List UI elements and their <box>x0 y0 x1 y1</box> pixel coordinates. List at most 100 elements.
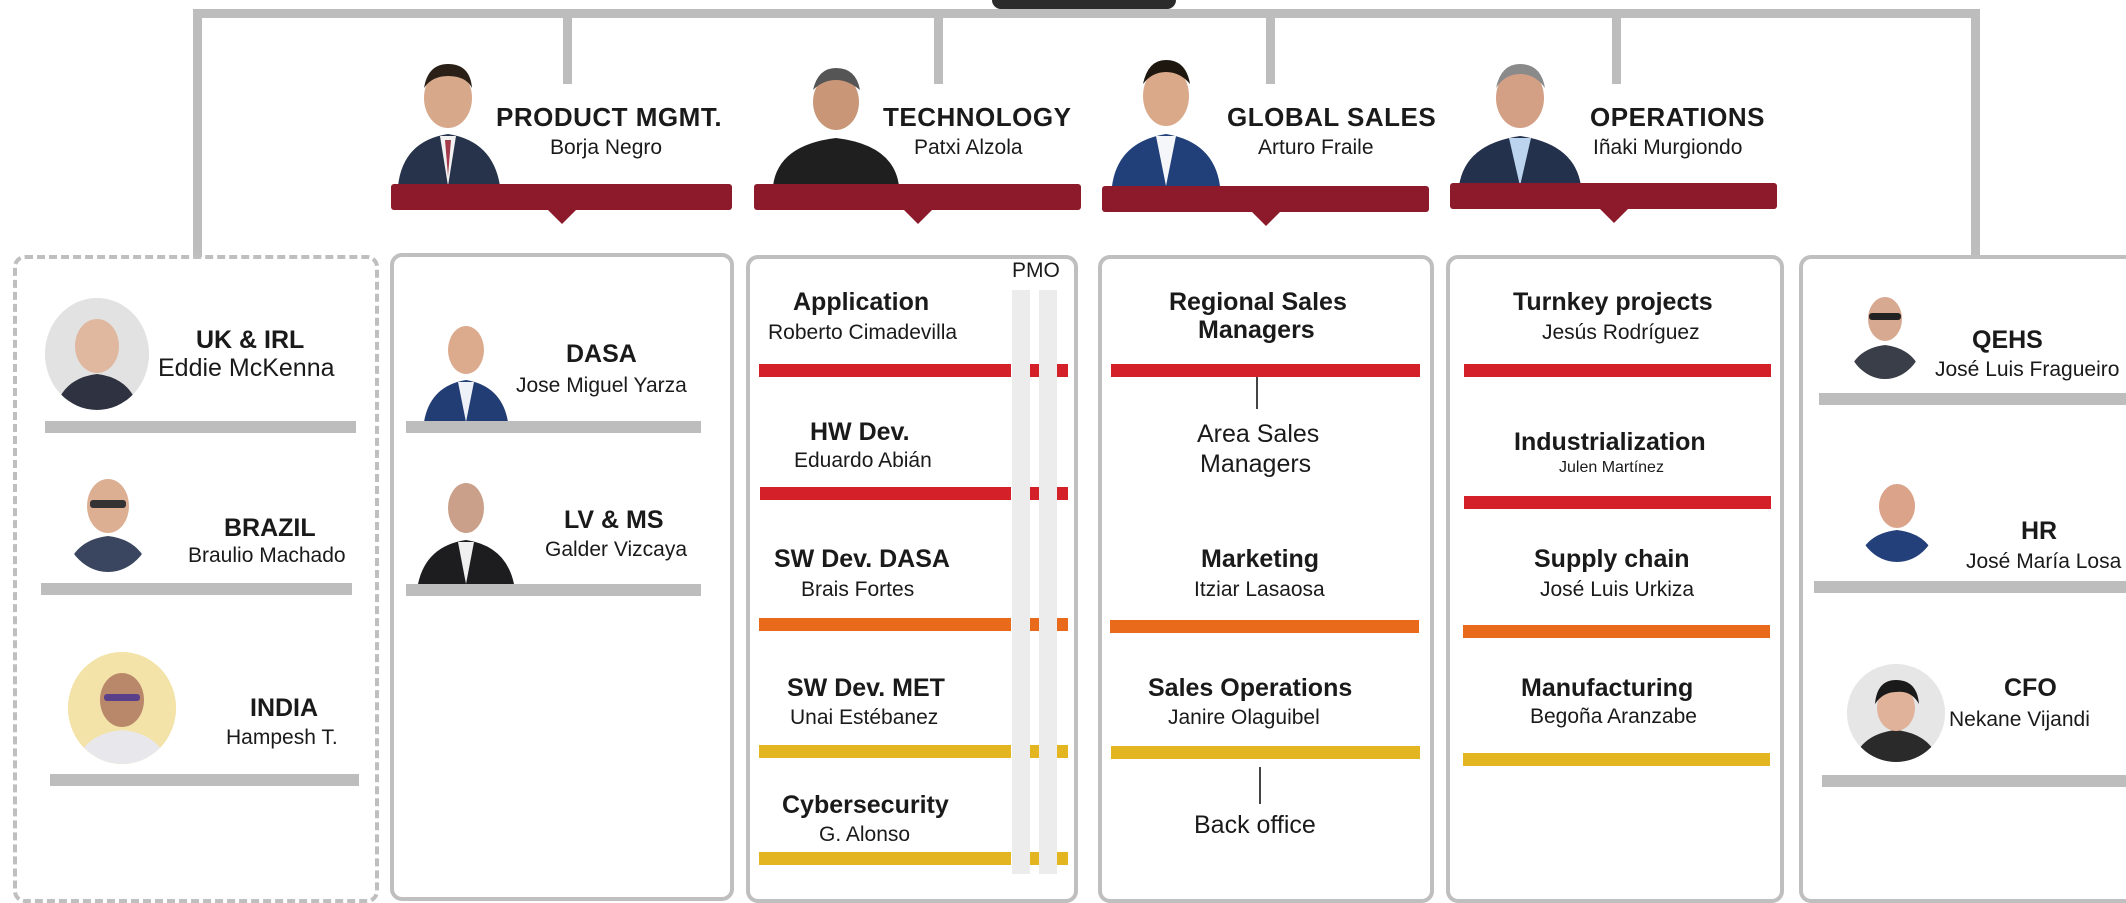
region-bar-india <box>50 774 359 786</box>
tech-name-swmet: Unai Estébanez <box>790 706 939 729</box>
corp-photo-cfo <box>1847 664 1945 762</box>
pmo-column-left <box>1012 290 1030 874</box>
head-name-sales: Arturo Fraile <box>1258 136 1374 159</box>
sales-bar-marketing <box>1110 620 1419 633</box>
product-bar-lvms <box>406 584 701 596</box>
product-title-lvms: LV & MS <box>564 506 664 534</box>
ops-title-industrialization: Industrialization <box>1514 428 1706 456</box>
region-name-brazil: Braulio Machado <box>188 544 346 567</box>
sales-bar-regional <box>1111 364 1420 377</box>
ops-bar-manufacturing <box>1463 753 1770 766</box>
head-name-operations: Iñaki Murgiondo <box>1593 136 1743 159</box>
tech-bar-cyber-end <box>1057 852 1068 865</box>
head-name-technology: Patxi Alzola <box>914 136 1023 159</box>
sales-area-line1: Area Sales <box>1197 420 1320 448</box>
sales-marketing-title: Marketing <box>1201 545 1320 573</box>
sales-back-office: Back office <box>1194 811 1316 839</box>
head-title-sales: GLOBAL SALES <box>1227 102 1437 132</box>
top-connector <box>193 9 1980 18</box>
ops-name-turnkey: Jesús Rodríguez <box>1542 321 1700 344</box>
ops-title-manufacturing: Manufacturing <box>1521 674 1694 702</box>
region-title-brazil: BRAZIL <box>224 514 316 542</box>
connector-left-drop <box>193 9 202 257</box>
ops-bar-industrialization <box>1464 496 1771 509</box>
tech-bar-hwdev <box>760 487 1011 500</box>
ceo-photo-fragment <box>992 0 1176 9</box>
head-name-product: Borja Negro <box>550 136 663 159</box>
product-name-lvms: Galder Vizcaya <box>545 538 688 561</box>
tech-bar-application-end <box>1057 364 1068 377</box>
connector-product-drop <box>563 9 572 84</box>
tech-bar-swmet-end <box>1057 745 1068 758</box>
tech-bar-cyber <box>759 852 1011 865</box>
region-bar-uk <box>45 421 356 433</box>
head-bar-operations <box>1450 183 1777 223</box>
corp-name-qehs: José Luis Fragueiro <box>1935 358 2120 381</box>
head-photo-product <box>388 36 508 186</box>
corp-bar-hr <box>1814 581 2126 593</box>
corp-name-hr: José María Losa <box>1966 550 2122 573</box>
tech-bar-hwdev-end <box>1057 487 1068 500</box>
corp-name-cfo: Nekane Vijandi <box>1949 708 2090 731</box>
sales-regional-line2: Managers <box>1198 316 1315 344</box>
tech-bar-swdasa-pmo <box>1030 618 1039 631</box>
corp-title-hr: HR <box>2021 517 2058 545</box>
head-bar-sales <box>1102 186 1429 226</box>
tech-name-hwdev: Eduardo Abián <box>794 449 932 472</box>
region-title-uk: UK & IRL <box>196 326 305 354</box>
corporate-box <box>1799 255 2126 903</box>
product-title-dasa: DASA <box>566 340 637 368</box>
ops-name-manufacturing: Begoña Aranzabe <box>1530 705 1697 728</box>
tech-bar-application <box>759 364 1011 377</box>
region-photo-brazil <box>62 462 154 572</box>
tech-name-swdasa: Brais Fortes <box>801 578 915 601</box>
tech-bar-swmet-pmo <box>1030 745 1039 758</box>
region-name-uk: Eddie McKenna <box>158 354 335 382</box>
connector-sales-drop <box>1266 9 1275 84</box>
corp-photo-hr <box>1856 470 1938 562</box>
sales-ops-title: Sales Operations <box>1148 674 1353 702</box>
head-bar-product <box>391 184 732 224</box>
head-title-technology: TECHNOLOGY <box>883 102 1072 132</box>
sales-connector-area <box>1256 377 1258 409</box>
tech-bar-hwdev-pmo <box>1030 487 1039 500</box>
region-photo-uk <box>45 298 149 410</box>
sales-regional-line1: Regional Sales <box>1169 288 1347 316</box>
connector-right-drop <box>1971 9 1980 257</box>
tech-bar-swdasa-end <box>1057 618 1068 631</box>
tech-bar-swdasa <box>759 618 1011 631</box>
product-photo-lvms <box>414 466 518 584</box>
corp-bar-cfo <box>1822 775 2126 787</box>
region-photo-india <box>68 652 176 764</box>
connector-technology-drop <box>934 9 943 84</box>
tech-name-application: Roberto Cimadevilla <box>768 321 958 344</box>
tech-bar-cyber-pmo <box>1030 852 1039 865</box>
ops-bar-turnkey <box>1464 364 1771 377</box>
corp-bar-qehs <box>1819 393 2126 405</box>
corp-title-qehs: QEHS <box>1972 326 2043 354</box>
tech-bar-swmet <box>759 745 1011 758</box>
tech-title-cyber: Cybersecurity <box>782 791 949 819</box>
tech-title-swdasa: SW Dev. DASA <box>774 545 950 573</box>
pmo-label: PMO <box>1012 259 1060 282</box>
ops-title-turnkey: Turnkey projects <box>1513 288 1713 316</box>
tech-title-application: Application <box>793 288 930 316</box>
corp-title-cfo: CFO <box>2004 674 2057 702</box>
pmo-column-right <box>1039 290 1057 874</box>
connector-operations-drop <box>1612 9 1621 84</box>
tech-bar-application-pmo <box>1030 364 1039 377</box>
head-photo-operations <box>1455 40 1585 186</box>
tech-name-cyber: G. Alonso <box>819 823 911 846</box>
tech-title-hwdev: HW Dev. <box>810 418 910 446</box>
head-title-product: PRODUCT MGMT. <box>496 102 723 132</box>
ops-bar-supply <box>1463 625 1770 638</box>
sales-marketing-name: Itziar Lasaosa <box>1194 578 1325 601</box>
head-title-operations: OPERATIONS <box>1590 102 1765 132</box>
product-name-dasa: Jose Miguel Yarza <box>516 374 687 397</box>
sales-connector-backoffice <box>1259 767 1261 804</box>
sales-bar-ops <box>1111 746 1420 759</box>
head-photo-sales <box>1108 34 1224 186</box>
sales-ops-name: Janire Olaguibel <box>1168 706 1320 729</box>
ops-name-supply: José Luis Urkiza <box>1540 578 1695 601</box>
region-title-india: INDIA <box>250 694 319 722</box>
